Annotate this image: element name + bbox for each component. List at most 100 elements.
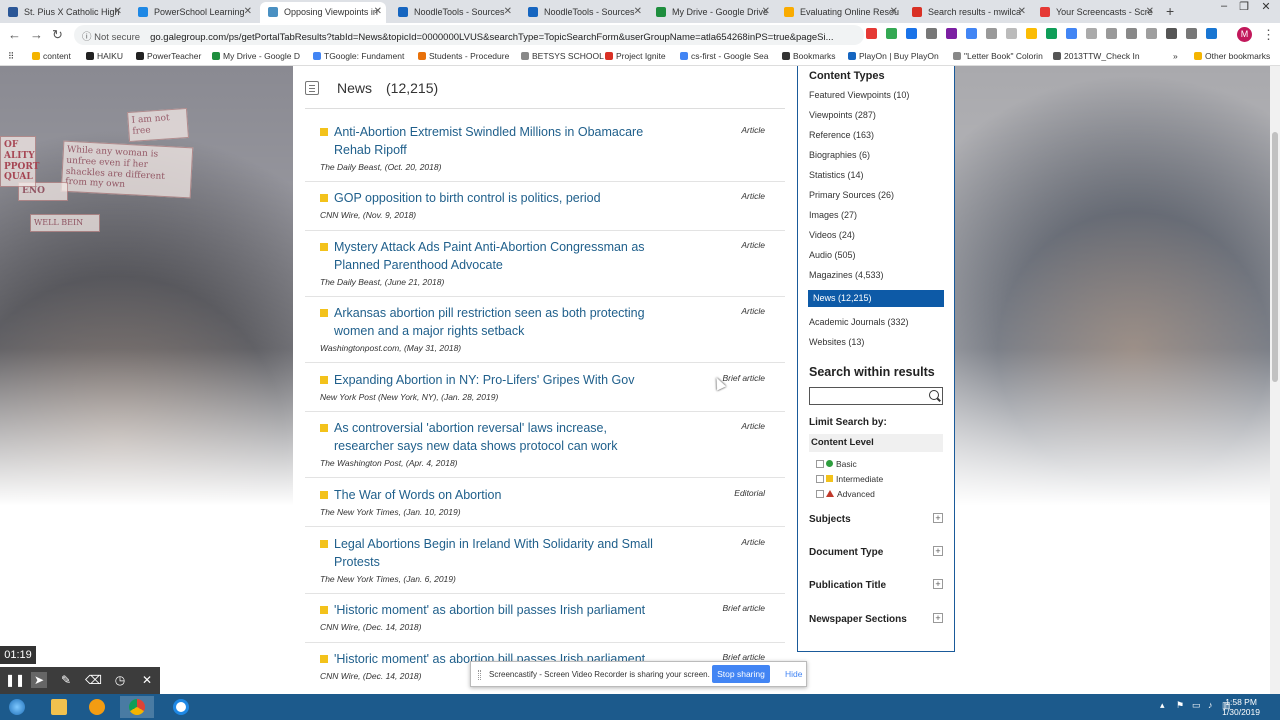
- tab-opposing-viewpoints[interactable]: Opposing Viewpoints in ✕: [260, 2, 386, 23]
- flag-icon[interactable]: ⚑: [1176, 701, 1185, 710]
- extension-icon[interactable]: [1086, 28, 1097, 39]
- advanced-checkbox[interactable]: [816, 490, 824, 498]
- bookmark-item[interactable]: HAIKU: [86, 51, 123, 61]
- content-type-link[interactable]: Magazines (4,533): [809, 270, 884, 280]
- window-close-icon[interactable]: ✕: [1258, 0, 1274, 13]
- facet-subjects[interactable]: Subjects +: [809, 513, 943, 525]
- pause-icon[interactable]: ❚❚: [5, 672, 25, 688]
- taskbar-media[interactable]: [80, 696, 114, 718]
- extension-icon[interactable]: [966, 28, 977, 39]
- expand-icon[interactable]: +: [933, 579, 943, 589]
- bookmark-item[interactable]: Bookmarks: [782, 51, 836, 61]
- content-type-link[interactable]: Viewpoints (287): [809, 110, 876, 120]
- tab-google-drive[interactable]: My Drive - Google Drive ✕: [648, 2, 774, 23]
- hide-button[interactable]: Hide: [785, 669, 802, 679]
- result-title-link[interactable]: GOP opposition to birth control is polit…: [320, 189, 660, 207]
- bookmark-item[interactable]: My Drive - Google D: [212, 51, 300, 61]
- stop-sharing-button[interactable]: Stop sharing: [712, 665, 770, 683]
- extension-icon[interactable]: [1106, 28, 1117, 39]
- extension-icon[interactable]: [1006, 28, 1017, 39]
- extension-icon[interactable]: [906, 28, 917, 39]
- address-bar[interactable]: ⓘ Not secure go.galegroup.com/ps/getPorta…: [74, 25, 864, 45]
- bookmark-item[interactable]: PowerTeacher: [136, 51, 201, 61]
- taskbar-app[interactable]: [164, 696, 198, 718]
- extension-icon[interactable]: [1026, 28, 1037, 39]
- extension-icon[interactable]: [1186, 28, 1197, 39]
- start-button[interactable]: [0, 696, 36, 718]
- eraser-icon[interactable]: ⌫: [85, 672, 102, 688]
- extension-icon[interactable]: [1166, 28, 1177, 39]
- profile-avatar[interactable]: M: [1237, 27, 1252, 42]
- result-title-link[interactable]: Legal Abortions Begin in Ireland With So…: [320, 535, 660, 571]
- result-title-link[interactable]: Arkansas abortion pill restriction seen …: [320, 304, 660, 340]
- bookmark-item[interactable]: Students - Procedure: [418, 51, 509, 61]
- drag-handle-icon[interactable]: [478, 670, 481, 680]
- bookmark-item[interactable]: BETSYS SCHOOL: [521, 51, 604, 61]
- basic-checkbox[interactable]: [816, 460, 824, 468]
- content-type-link[interactable]: Audio (505): [809, 250, 856, 260]
- level-advanced-option[interactable]: Advanced: [816, 489, 875, 499]
- tab-screencasts[interactable]: Your Screencasts - Scre ✕: [1032, 2, 1158, 23]
- scrollbar-thumb[interactable]: [1272, 132, 1278, 382]
- facet-publication-title[interactable]: Publication Title +: [809, 579, 943, 591]
- facet-newspaper-sections[interactable]: Newspaper Sections +: [809, 613, 943, 625]
- bookmark-item[interactable]: TGoogle: Fundament: [313, 51, 404, 61]
- extension-icon[interactable]: [1066, 28, 1077, 39]
- bookmark-item[interactable]: content: [32, 51, 71, 61]
- result-title-link[interactable]: As controversial 'abortion reversal' law…: [320, 419, 660, 455]
- back-icon[interactable]: ←: [8, 27, 21, 42]
- new-tab-button[interactable]: +: [1166, 3, 1174, 19]
- intermediate-checkbox[interactable]: [816, 475, 824, 483]
- expand-icon[interactable]: +: [933, 613, 943, 623]
- extension-icon[interactable]: [1206, 28, 1217, 39]
- extension-icon[interactable]: [1046, 28, 1057, 39]
- content-type-link[interactable]: Videos (24): [809, 230, 855, 240]
- menu-icon[interactable]: ⋮: [1262, 27, 1275, 43]
- level-intermediate-option[interactable]: Intermediate: [816, 474, 883, 484]
- tab-noodletools-1[interactable]: NoodleTools - Sources ✕: [390, 2, 516, 23]
- reload-icon[interactable]: ↻: [52, 27, 63, 43]
- bookmark-item[interactable]: PlayOn | Buy PlayOn: [848, 51, 939, 61]
- tab-powerschool[interactable]: PowerSchool Learning ✕: [130, 2, 256, 23]
- close-icon[interactable]: ✕: [890, 6, 898, 17]
- tab-gmail[interactable]: Search results - mwilca ✕: [904, 2, 1030, 23]
- tab-noodletools-2[interactable]: NoodleTools - Sources ✕: [520, 2, 646, 23]
- close-icon[interactable]: ✕: [1018, 6, 1026, 17]
- cursor-tool-icon[interactable]: ➤: [31, 672, 47, 688]
- bookmark-item[interactable]: "Letter Book" Colorin: [953, 51, 1043, 61]
- more-bookmarks-button[interactable]: »: [1173, 51, 1178, 61]
- restore-icon[interactable]: ❐: [1236, 0, 1252, 13]
- facet-document-type[interactable]: Document Type +: [809, 546, 943, 558]
- level-basic-option[interactable]: Basic: [816, 459, 857, 469]
- minimize-icon[interactable]: –: [1216, 0, 1232, 12]
- tab-evaluating-online[interactable]: Evaluating Online Resou ✕: [776, 2, 902, 23]
- volume-icon[interactable]: ♪: [1208, 701, 1217, 710]
- content-type-link[interactable]: Biographies (6): [809, 150, 870, 160]
- extension-icon[interactable]: [946, 28, 957, 39]
- result-title-link[interactable]: The War of Words on Abortion: [320, 486, 660, 504]
- extension-icon[interactable]: [1146, 28, 1157, 39]
- timer-icon[interactable]: ◷: [112, 672, 128, 688]
- close-icon[interactable]: ✕: [114, 6, 122, 17]
- content-type-link-selected[interactable]: News (12,215): [808, 290, 944, 307]
- search-icon[interactable]: [929, 390, 939, 400]
- content-type-link[interactable]: Primary Sources (26): [809, 190, 894, 200]
- expand-icon[interactable]: +: [933, 513, 943, 523]
- bookmark-item[interactable]: Project Ignite: [605, 51, 666, 61]
- system-clock[interactable]: 1:58 PM 1/30/2019: [1222, 697, 1260, 717]
- close-icon[interactable]: ✕: [1146, 6, 1154, 17]
- close-icon[interactable]: ✕: [504, 6, 512, 17]
- extension-icon[interactable]: [886, 28, 897, 39]
- result-title-link[interactable]: Expanding Abortion in NY: Pro-Lifers' Gr…: [320, 371, 660, 389]
- apps-icon[interactable]: ⠿: [8, 51, 14, 62]
- close-icon[interactable]: ✕: [374, 6, 382, 17]
- taskbar-chrome[interactable]: [120, 696, 154, 718]
- result-title-link[interactable]: 'Historic moment' as abortion bill passe…: [320, 601, 660, 619]
- extension-icon[interactable]: [866, 28, 877, 39]
- display-icon[interactable]: ▭: [1192, 701, 1201, 710]
- bookmark-item[interactable]: 2013TTW_Check In: [1053, 51, 1140, 61]
- info-icon[interactable]: ⓘ Not secure: [82, 32, 140, 43]
- close-icon[interactable]: ✕: [762, 6, 770, 17]
- bookmark-item[interactable]: Other bookmarks: [1194, 51, 1270, 61]
- extension-icon[interactable]: [1126, 28, 1137, 39]
